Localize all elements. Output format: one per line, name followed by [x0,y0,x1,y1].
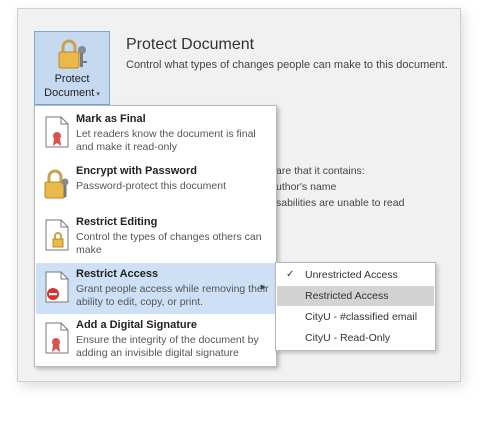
lock-key-icon [58,39,87,69]
submenu-item-label: CityU - #classified email [305,311,418,323]
menu-item-title: Mark as Final [76,113,146,125]
lock-key-icon [44,169,69,199]
background-text-line: uthor's name [276,181,337,193]
menu-item-description: Let readers know the document is final a… [76,128,256,153]
document-lock-icon [45,219,69,251]
menu-item-description: Password-protect this document [76,180,226,192]
protect-document-button[interactable]: Protect Document ▾ [34,31,110,105]
protect-button-label-line2: Document ▾ [44,87,100,99]
submenu-item-cityu-read-only[interactable]: CityU - Read-Only [277,328,434,348]
menu-item-description: Ensure the integrity of the document by … [76,334,259,359]
document-restricted-icon [45,271,69,303]
menu-item-encrypt-with-password[interactable]: Encrypt with Password Password-protect t… [36,160,275,211]
submenu-arrow-icon: ▶ [260,284,266,291]
menu-item-add-digital-signature[interactable]: Add a Digital Signature Ensure the integ… [36,314,275,365]
document-signature-icon [45,322,69,354]
document-ribbon-icon [45,116,69,148]
protect-document-menu: Mark as Final Let readers know the docum… [34,105,277,367]
background-text-line: are that it contains: [276,165,365,177]
menu-item-title: Add a Digital Signature [76,319,198,331]
menu-item-description: Control the types of changes others can … [76,231,262,256]
submenu-item-unrestricted-access[interactable]: ✓ Unrestricted Access [277,265,434,285]
submenu-item-cityu-classified-email[interactable]: CityU - #classified email [277,307,434,327]
restrict-access-submenu: ✓ Unrestricted Access Restricted Access … [275,262,436,351]
background-text-line: sabilities are unable to read [276,197,405,209]
menu-item-description: Grant people access while removing their… [76,283,269,308]
submenu-item-label: Unrestricted Access [305,269,398,281]
submenu-item-restricted-access[interactable]: Restricted Access [277,286,434,306]
menu-item-mark-as-final[interactable]: Mark as Final Let readers know the docum… [36,108,275,159]
menu-item-title: Encrypt with Password [76,165,198,177]
menu-item-restrict-editing[interactable]: Restrict Editing Control the types of ch… [36,211,275,262]
chevron-down-icon: ▾ [96,91,100,98]
page-description: Control what types of changes people can… [126,59,448,71]
menu-item-restrict-access[interactable]: Restrict Access Grant people access whil… [36,263,275,314]
protect-button-label-line1: Protect [54,73,90,85]
menu-item-title: Restrict Editing [76,216,158,228]
submenu-item-label: CityU - Read-Only [305,332,391,344]
checkmark-icon: ✓ [286,269,295,280]
page-title: Protect Document [126,36,255,53]
menu-item-title: Restrict Access [76,268,159,280]
submenu-item-label: Restricted Access [305,290,389,302]
